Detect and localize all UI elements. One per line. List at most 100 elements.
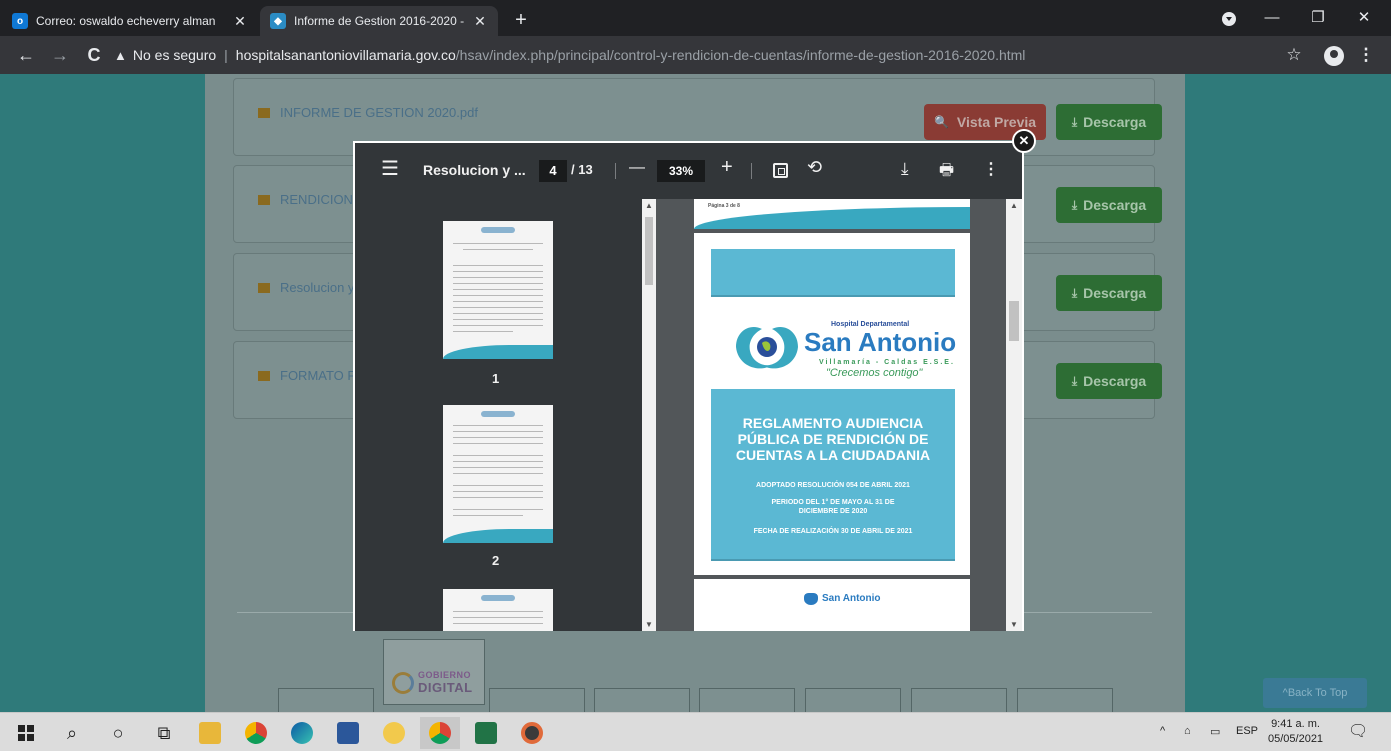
page-thumbnail[interactable] bbox=[443, 405, 553, 543]
excel-icon[interactable] bbox=[466, 717, 506, 749]
window-close-icon[interactable]: ✕ bbox=[1341, 0, 1387, 36]
document-title-box: REGLAMENTO AUDIENCIA PÚBLICA DE RENDICIÓ… bbox=[711, 389, 955, 561]
bookmark-star-icon[interactable]: ☆ bbox=[1280, 41, 1308, 69]
thumb-line bbox=[453, 611, 543, 612]
browser-tab-strip: o Correo: oswaldo echeverry alman ✕ ◆ In… bbox=[0, 0, 1391, 36]
adopted-resolution: ADOPTADO RESOLUCIÓN 054 DE ABRIL 2021 bbox=[756, 482, 910, 489]
file-explorer-icon[interactable] bbox=[190, 717, 230, 749]
windows-start-icon[interactable] bbox=[6, 717, 46, 749]
chat-bubble-icon[interactable] bbox=[374, 717, 414, 749]
thumb-line bbox=[453, 431, 543, 432]
edge-icon[interactable] bbox=[282, 717, 322, 749]
reload-icon[interactable]: C bbox=[80, 41, 108, 69]
word-icon[interactable] bbox=[328, 717, 368, 749]
page-header-band bbox=[711, 249, 955, 297]
download-label: Descarga bbox=[1083, 373, 1147, 389]
hospital-slogan: "Crecemos contigo" bbox=[826, 367, 923, 379]
search-icon[interactable]: ⌕ bbox=[52, 717, 92, 749]
print-icon[interactable]: 🖶 bbox=[939, 159, 954, 186]
page-thumbnail[interactable] bbox=[443, 589, 553, 631]
thumb-line bbox=[453, 289, 543, 290]
fit-to-page-icon[interactable] bbox=[773, 163, 788, 178]
zoom-in-icon[interactable]: + bbox=[721, 156, 733, 179]
security-label[interactable]: No es seguro bbox=[133, 47, 216, 63]
chrome-active-icon[interactable] bbox=[420, 717, 460, 749]
search-icon: 🔍 bbox=[933, 115, 949, 129]
scroll-down-arrow-icon[interactable]: ▼ bbox=[1006, 620, 1022, 629]
thumb-line bbox=[453, 277, 543, 278]
page-number-input[interactable]: 4 bbox=[539, 160, 567, 182]
more-options-icon[interactable]: ⋮ bbox=[983, 159, 999, 179]
modal-close-icon[interactable]: ✕ bbox=[1012, 129, 1036, 153]
download-button[interactable]: ⤓ Descarga bbox=[1056, 363, 1162, 399]
tab-title: Informe de Gestion 2016-2020 - I bbox=[294, 14, 464, 28]
toolbar-separator bbox=[615, 163, 616, 179]
browser-toolbar: ← → C ▲ No es seguro | hospitalsanantoni… bbox=[0, 36, 1391, 74]
hospital-favicon-icon: ◆ bbox=[270, 13, 286, 29]
scrollbar-thumb[interactable] bbox=[1009, 301, 1019, 341]
rotate-icon[interactable]: ⟲ bbox=[807, 157, 822, 178]
tray-expand-icon[interactable]: ^ bbox=[1160, 725, 1165, 737]
gobierno-digital-logo[interactable]: GOBIERNO DIGITAL bbox=[383, 639, 485, 705]
chrome-icon[interactable] bbox=[236, 717, 276, 749]
cortana-icon[interactable]: ○ bbox=[98, 717, 138, 749]
tab-close-icon[interactable]: ✕ bbox=[472, 13, 488, 30]
scroll-up-arrow-icon[interactable]: ▲ bbox=[1006, 201, 1022, 210]
network-icon[interactable]: ⌂ bbox=[1184, 725, 1191, 737]
hamburger-menu-icon[interactable]: ☰ bbox=[381, 156, 399, 181]
outlook-icon: o bbox=[12, 13, 28, 29]
thumb-line bbox=[453, 307, 543, 308]
notifications-icon[interactable]: 🗨 bbox=[1348, 721, 1368, 741]
thumb-line bbox=[453, 243, 543, 244]
battery-icon[interactable]: ▭ bbox=[1210, 725, 1220, 738]
thumbnail-label: 1 bbox=[492, 371, 500, 386]
language-indicator[interactable]: ESP bbox=[1236, 725, 1258, 737]
scroll-up-arrow-icon[interactable]: ▲ bbox=[642, 201, 656, 210]
profile-avatar-icon[interactable] bbox=[1324, 46, 1344, 66]
system-clock[interactable]: 9:41 a. m. 05/05/2021 bbox=[1268, 717, 1323, 747]
download-button[interactable]: ⤓ Descarga bbox=[1056, 187, 1162, 223]
address-bar[interactable]: ▲ No es seguro | hospitalsanantoniovilla… bbox=[114, 40, 1274, 70]
warning-icon[interactable]: ▲ bbox=[114, 48, 127, 63]
file-link[interactable]: INFORME DE GESTION 2020.pdf bbox=[258, 105, 478, 120]
thumb-wave bbox=[443, 529, 553, 543]
thumb-line bbox=[453, 313, 543, 314]
media-app-icon[interactable] bbox=[512, 717, 552, 749]
page-thumbnail[interactable] bbox=[443, 221, 553, 359]
thumb-line bbox=[453, 467, 543, 468]
page-total: / 13 bbox=[571, 162, 593, 177]
back-arrow-icon[interactable]: ← bbox=[12, 41, 40, 69]
tab-title: Correo: oswaldo echeverry alman bbox=[36, 14, 216, 28]
new-tab-button[interactable]: + bbox=[508, 8, 534, 34]
scroll-down-arrow-icon[interactable]: ▼ bbox=[642, 620, 656, 629]
thumbnail-pane: 1 2 bbox=[355, 199, 642, 631]
address-separator: | bbox=[224, 47, 228, 63]
file-link[interactable]: RENDICION bbox=[258, 192, 353, 207]
thumb-line bbox=[453, 425, 543, 426]
tab-close-icon[interactable]: ✕ bbox=[232, 13, 248, 30]
zoom-out-icon[interactable]: — bbox=[629, 159, 645, 177]
preview-label: Vista Previa bbox=[956, 114, 1037, 130]
restore-icon[interactable]: ❐ bbox=[1295, 0, 1341, 36]
file-link[interactable]: FORMATO F bbox=[258, 368, 355, 383]
browser-menu-icon[interactable]: ⋮ bbox=[1352, 41, 1380, 69]
tab-informe-gestion[interactable]: ◆ Informe de Gestion 2016-2020 - I ✕ bbox=[260, 6, 498, 36]
page-view-scrollbar[interactable]: ▲ ▼ bbox=[1006, 199, 1022, 631]
download-button[interactable]: ⤓ Descarga bbox=[1056, 104, 1162, 140]
task-view-icon[interactable]: ⧉ bbox=[144, 717, 184, 749]
download-icon: ⤓ bbox=[1071, 285, 1078, 300]
thumbnail-scrollbar[interactable]: ▲ ▼ bbox=[642, 199, 656, 631]
scrollbar-thumb[interactable] bbox=[645, 217, 653, 285]
hospital-location: Villamaría - Caldas E.S.E. bbox=[819, 359, 955, 366]
back-to-top-button[interactable]: ^Back To Top bbox=[1263, 678, 1367, 708]
zoom-input[interactable]: 33% bbox=[657, 160, 705, 182]
tab-outlook-mail[interactable]: o Correo: oswaldo echeverry alman ✕ bbox=[2, 6, 258, 36]
forward-arrow-icon[interactable]: → bbox=[46, 41, 74, 69]
next-page-hospital-name: San Antonio bbox=[822, 593, 881, 604]
download-icon[interactable]: ⤓ bbox=[901, 159, 909, 179]
tab-search-icon[interactable] bbox=[1222, 12, 1236, 26]
pdf-toolbar: ☰ Resolucion y ... 4 / 13 — 33% + ⟲ ⤓ 🖶 … bbox=[355, 143, 1022, 199]
minimize-icon[interactable]: — bbox=[1249, 0, 1295, 36]
download-button[interactable]: ⤓ Descarga bbox=[1056, 275, 1162, 311]
file-link[interactable]: Resolucion y bbox=[258, 280, 354, 295]
